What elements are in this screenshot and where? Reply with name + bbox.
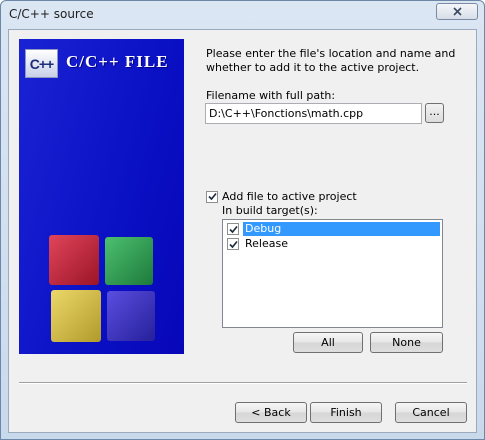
- checkmark-icon: [207, 192, 217, 201]
- cube-red: [49, 235, 99, 285]
- add-to-project-label: Add file to active project: [222, 190, 357, 203]
- checkmark-icon: [228, 225, 238, 233]
- intro-text: Please enter the file's location and nam…: [206, 47, 456, 74]
- build-targets-list[interactable]: Debug Release: [222, 219, 443, 328]
- target-item-release[interactable]: Release: [225, 237, 440, 251]
- filename-label: Filename with full path:: [206, 89, 336, 102]
- cube-purple: [107, 291, 155, 341]
- filename-input[interactable]: D:\C++\Fonctions\math.cpp: [205, 103, 422, 124]
- cube-green: [105, 237, 153, 285]
- cube-yellow: [51, 290, 101, 342]
- back-button[interactable]: < Back: [235, 402, 307, 423]
- target-debug-checkbox[interactable]: [227, 223, 239, 235]
- dialog-body: C++ C/C++ FILE Please enter the file's l…: [8, 29, 477, 433]
- build-targets-label: In build target(s):: [222, 204, 318, 217]
- target-release-checkbox[interactable]: [227, 238, 239, 250]
- footer-separator: [19, 382, 467, 384]
- checkbox-box[interactable]: [206, 190, 218, 203]
- window-title: C/C++ source: [9, 7, 94, 21]
- browse-button[interactable]: ...: [425, 103, 444, 123]
- title-bar[interactable]: C/C++ source: [1, 1, 484, 29]
- banner-title: C/C++ FILE: [66, 52, 169, 71]
- close-icon: [452, 7, 462, 16]
- add-to-project-checkbox[interactable]: Add file to active project: [206, 190, 357, 203]
- codeblocks-cube-icon: [49, 235, 155, 342]
- target-name: Release: [245, 237, 288, 250]
- finish-button[interactable]: Finish: [310, 402, 382, 423]
- target-name: Debug: [243, 222, 440, 236]
- cancel-button[interactable]: Cancel: [395, 402, 467, 423]
- checkmark-icon: [228, 240, 238, 248]
- wizard-banner: C++ C/C++ FILE: [19, 39, 184, 354]
- target-item-debug[interactable]: Debug: [225, 222, 440, 236]
- select-none-button[interactable]: None: [370, 332, 443, 353]
- cpp-logo-icon: C++: [25, 49, 58, 78]
- dialog-window: C/C++ source C++ C/C++ FILE Please enter…: [0, 0, 485, 440]
- close-button[interactable]: [436, 3, 478, 20]
- select-all-button[interactable]: All: [293, 332, 363, 353]
- logo-text: C++: [29, 55, 54, 72]
